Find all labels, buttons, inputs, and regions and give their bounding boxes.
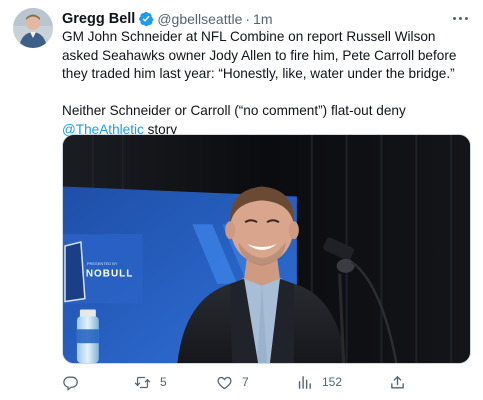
tweet-actions: 5 7 152 <box>62 372 412 392</box>
more-options-icon[interactable] <box>451 10 469 26</box>
reply-icon <box>62 374 79 391</box>
tweet-article[interactable]: Gregg Bell @gbellseattle · 1m GM John Sc… <box>0 0 483 400</box>
tweet-paragraph-2-text: Neither Schneider or Carroll (“no commen… <box>62 103 406 118</box>
verified-badge-icon[interactable] <box>138 11 154 27</box>
retweet-count: 5 <box>160 375 167 389</box>
views-button[interactable]: 152 <box>296 372 342 392</box>
header-separator: · <box>245 11 251 27</box>
backdrop-small-text: PRESENTED BY <box>87 261 118 266</box>
share-button[interactable] <box>389 372 406 392</box>
tweet-paragraph-1: GM John Schneider at NFL Combine on repo… <box>62 29 457 81</box>
share-icon <box>389 374 406 391</box>
avatar[interactable] <box>13 8 53 48</box>
author-display-name[interactable]: Gregg Bell <box>62 11 135 27</box>
tweet-photo[interactable]: PRESENTED BY NOBULL <box>62 134 471 364</box>
tweet-text: GM John Schneider at NFL Combine on repo… <box>62 28 472 139</box>
tweet-header: Gregg Bell @gbellseattle · 1m <box>62 9 273 29</box>
retweet-icon <box>134 374 151 391</box>
avatar-image <box>13 8 53 48</box>
author-handle[interactable]: @gbellseattle <box>157 11 242 27</box>
views-count: 152 <box>322 375 343 389</box>
like-button[interactable]: 7 <box>216 372 249 392</box>
photo-press-conference: PRESENTED BY NOBULL <box>63 135 470 363</box>
reply-button[interactable] <box>62 372 79 392</box>
tweet-timestamp[interactable]: 1m <box>253 11 272 27</box>
like-count: 7 <box>242 375 249 389</box>
backdrop-sponsor-text: NOBULL <box>86 269 133 280</box>
heart-icon <box>216 374 233 391</box>
retweet-button[interactable]: 5 <box>134 372 167 392</box>
views-icon <box>296 374 313 391</box>
